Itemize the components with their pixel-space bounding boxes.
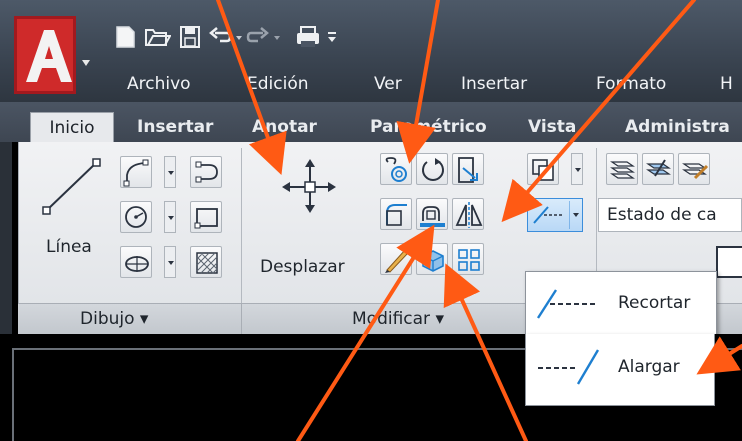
arrow-to-descomponer xyxy=(443,263,528,441)
arrow-to-desplazar xyxy=(216,0,287,176)
arrow-to-alargar xyxy=(696,336,742,375)
arrow-to-estirar xyxy=(296,224,435,441)
arrow-to-simetria xyxy=(501,0,696,223)
arrow-to-copiar xyxy=(396,0,440,164)
annotation-arrows-overlay xyxy=(216,0,742,441)
